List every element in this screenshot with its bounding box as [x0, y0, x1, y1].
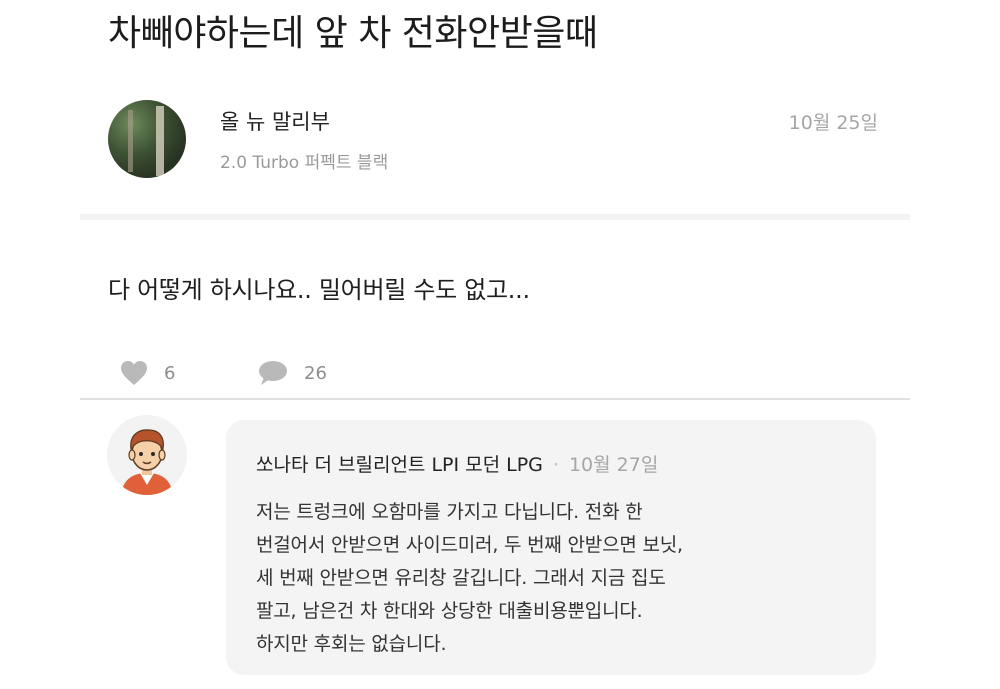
comment-body: 저는 트렁크에 오함마를 가지고 다닙니다. 전화 한 번걸어서 안받으면 사이… — [256, 496, 866, 661]
post-author-row: 올 뉴 말리부 2.0 Turbo 퍼펙트 블랙 10월 25일 — [108, 100, 878, 190]
comment-separator: · — [552, 454, 559, 476]
post-body: 다 어떻게 하시나요.. 밀어버릴 수도 없고... — [108, 276, 530, 304]
comment-date: 10월 27일 — [568, 454, 659, 476]
comment-count: 26 — [304, 362, 327, 384]
author-avatar[interactable] — [108, 100, 186, 178]
author-car-model: 2.0 Turbo 퍼펙트 블랙 — [220, 153, 389, 173]
heart-icon — [120, 360, 148, 386]
commenter-name[interactable]: 쏘나타 더 브릴리언트 LPI 모던 LPG — [256, 454, 543, 476]
comment-line: 팔고, 남은건 차 한대와 상당한 대출비용뿐입니다. — [256, 600, 643, 622]
author-name[interactable]: 올 뉴 말리부 — [220, 106, 330, 136]
comment-line: 번걸어서 안받으면 사이드미러, 두 번째 안받으면 보닛, — [256, 534, 683, 556]
post-title: 차빼야하는데 앞 차 전화안받을때 — [108, 13, 598, 54]
post-date: 10월 25일 — [788, 112, 878, 134]
cartoon-avatar-icon — [107, 415, 187, 495]
comment-line: 세 번째 안받으면 유리창 갈깁니다. 그래서 지금 집도 — [256, 567, 666, 589]
comment-line: 하지만 후회는 없습니다. — [256, 633, 447, 655]
comments-divider — [80, 398, 910, 400]
comment-bubble: 쏘나타 더 브릴리언트 LPI 모던 LPG · 10월 27일 저는 트렁크에 오… — [226, 420, 876, 675]
comment-button[interactable]: 26 — [258, 360, 327, 386]
commenter-avatar[interactable] — [107, 415, 187, 495]
like-button[interactable]: 6 — [120, 360, 175, 386]
comment-line: 저는 트렁크에 오함마를 가지고 다닙니다. 전화 한 — [256, 501, 643, 523]
section-divider — [80, 214, 910, 220]
like-count: 6 — [164, 362, 176, 384]
speech-bubble-icon — [258, 360, 288, 386]
comment-header: 쏘나타 더 브릴리언트 LPI 모던 LPG · 10월 27일 — [256, 450, 658, 477]
